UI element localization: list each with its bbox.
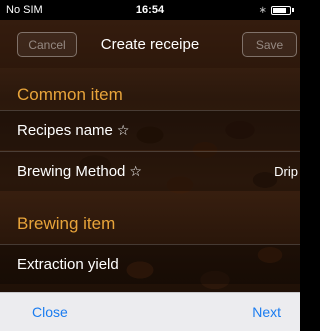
row-label: Recipes name: [17, 122, 113, 139]
page-title: Create receipe: [100, 35, 200, 53]
bottom-toolbar: Close Next: [0, 292, 300, 331]
section-header-brewing: Brewing item: [17, 214, 116, 233]
status-bar: No SIM 16:54 ∗: [0, 0, 300, 20]
battery-tip: [292, 8, 294, 12]
row-label: Brewing Method: [17, 163, 126, 180]
star-icon: ☆: [116, 122, 130, 138]
clock: 16:54: [135, 4, 165, 16]
row-recipes-name[interactable]: Recipes name ☆: [0, 110, 300, 150]
screen: No SIM 16:54 ∗ Cancel Create receipe Sav…: [0, 0, 300, 331]
row-label: Extraction yield: [17, 256, 119, 273]
bluetooth-icon: ∗: [258, 4, 267, 16]
navigation-bar: Cancel Create receipe Save: [0, 20, 300, 68]
row-brewing-method[interactable]: Brewing Method ☆ Drip: [0, 151, 300, 191]
status-icons: ∗: [259, 5, 294, 16]
row-value: Drip: [274, 164, 298, 179]
cancel-button[interactable]: Cancel: [17, 32, 77, 57]
row-extraction-yield[interactable]: Extraction yield: [0, 244, 300, 284]
next-button[interactable]: Next: [252, 304, 281, 320]
battery-icon: [271, 5, 291, 15]
section-header-common: Common item: [17, 85, 123, 104]
star-icon: ☆: [129, 163, 142, 179]
close-button[interactable]: Close: [32, 304, 68, 320]
save-button[interactable]: Save: [242, 32, 297, 57]
